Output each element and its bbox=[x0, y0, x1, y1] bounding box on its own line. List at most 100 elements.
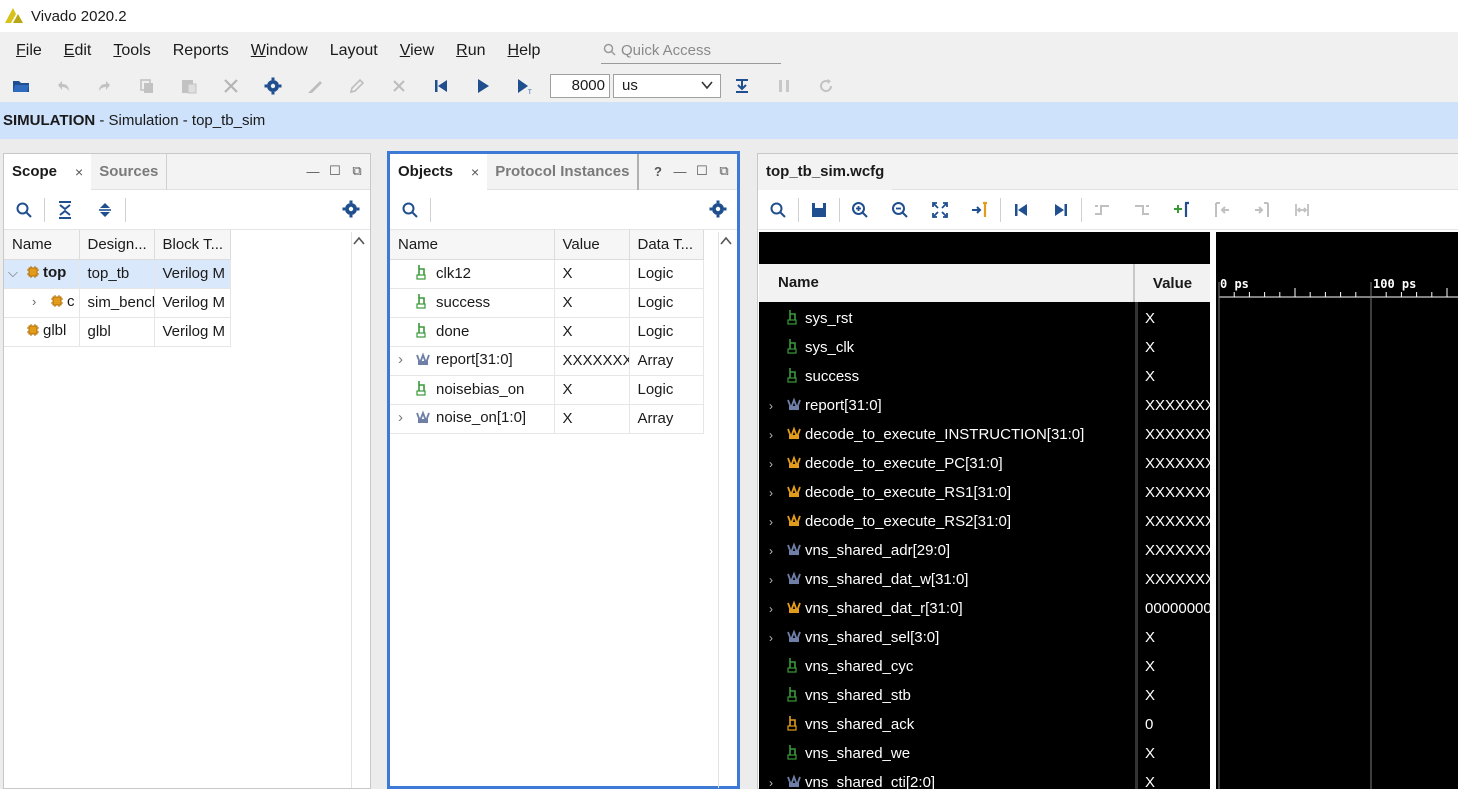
wave-row[interactable]: vns_shared_ack 0 bbox=[759, 710, 1210, 739]
run-all-button[interactable] bbox=[462, 71, 504, 101]
float-icon[interactable]: ⧉ bbox=[717, 163, 731, 178]
paste-button[interactable] bbox=[168, 71, 210, 101]
run-time-unit-select[interactable]: us bbox=[613, 74, 721, 98]
object-row[interactable]: › report[31:0] XXXXXXXXArray bbox=[390, 346, 704, 376]
wave-row[interactable]: › vns_shared_dat_r[31:0] 00000000 bbox=[759, 594, 1210, 623]
column-header-name[interactable]: Name bbox=[390, 230, 555, 260]
column-header-value[interactable]: Value bbox=[554, 230, 630, 260]
zoom-fit-button[interactable] bbox=[920, 190, 960, 230]
go-to-cursor-button[interactable] bbox=[960, 190, 1000, 230]
tab-protocol-instances[interactable]: Protocol Instances bbox=[487, 153, 640, 190]
minimize-icon[interactable]: — bbox=[306, 164, 320, 179]
wave-row[interactable]: vns_shared_we X bbox=[759, 739, 1210, 768]
tab-wave-config[interactable]: top_tb_sim.wcfg bbox=[758, 153, 893, 190]
expand-toggle-icon[interactable]: › bbox=[769, 457, 785, 471]
scope-scrollbar[interactable] bbox=[351, 232, 352, 788]
expand-toggle-icon[interactable]: › bbox=[769, 631, 785, 645]
expand-toggle-icon[interactable]: › bbox=[769, 486, 785, 500]
wave-row[interactable]: › vns_shared_adr[29:0] XXXXXXXX bbox=[759, 536, 1210, 565]
scope-row[interactable]: › c sim_bench Verilog M bbox=[4, 288, 231, 318]
undo-button[interactable] bbox=[42, 71, 84, 101]
expand-toggle-icon[interactable]: › bbox=[398, 409, 416, 426]
add-marker-button[interactable] bbox=[1162, 190, 1202, 230]
object-row[interactable]: noisebias_on X Logic bbox=[390, 375, 704, 405]
menu-edit[interactable]: Edit bbox=[48, 42, 92, 60]
column-header-design[interactable]: Design... bbox=[79, 230, 155, 260]
edit-button[interactable] bbox=[336, 71, 378, 101]
wave-column-name[interactable]: Name bbox=[759, 264, 1135, 302]
menu-window[interactable]: Window bbox=[235, 42, 308, 60]
redo-button[interactable] bbox=[84, 71, 126, 101]
expand-toggle-icon[interactable]: ⌵ bbox=[8, 265, 22, 281]
expand-toggle-icon[interactable]: › bbox=[769, 776, 785, 789]
menu-help[interactable]: Help bbox=[492, 42, 541, 60]
wave-row[interactable]: › decode_to_execute_RS2[31:0] XXXXXXXX bbox=[759, 507, 1210, 536]
object-row[interactable]: done X Logic bbox=[390, 317, 704, 347]
maximize-icon[interactable]: ☐ bbox=[328, 163, 342, 178]
run-for-button[interactable]: T bbox=[504, 71, 546, 101]
wave-row[interactable]: success X bbox=[759, 362, 1210, 391]
expand-toggle-icon[interactable]: › bbox=[398, 351, 416, 368]
previous-transition-button[interactable] bbox=[1082, 190, 1122, 230]
settings-button[interactable] bbox=[252, 71, 294, 101]
menu-file[interactable]: File bbox=[0, 42, 42, 60]
search-button[interactable] bbox=[758, 190, 798, 230]
wave-row[interactable]: › vns_shared_cti[2:0] X bbox=[759, 768, 1210, 789]
wave-row[interactable]: › decode_to_execute_RS1[31:0] XXXXXXXX bbox=[759, 478, 1210, 507]
object-row[interactable]: clk12 X Logic bbox=[390, 259, 704, 289]
minimize-icon[interactable]: — bbox=[673, 164, 687, 179]
scope-row[interactable]: ⌵ top top_tb Verilog M bbox=[4, 259, 231, 289]
help-icon[interactable]: ? bbox=[651, 164, 665, 179]
copy-button[interactable] bbox=[126, 71, 168, 101]
swap-cursors-button[interactable] bbox=[1282, 190, 1322, 230]
next-marker-button[interactable] bbox=[1242, 190, 1282, 230]
zoom-out-button[interactable] bbox=[880, 190, 920, 230]
previous-marker-button[interactable] bbox=[1202, 190, 1242, 230]
expand-toggle-icon[interactable]: › bbox=[769, 602, 785, 616]
wave-row[interactable]: › vns_shared_sel[3:0] X bbox=[759, 623, 1210, 652]
menu-layout[interactable]: Layout bbox=[314, 42, 378, 60]
open-project-button[interactable] bbox=[0, 71, 42, 101]
relaunch-button[interactable] bbox=[805, 71, 847, 101]
probe-button[interactable] bbox=[294, 71, 336, 101]
tab-sources[interactable]: Sources bbox=[91, 153, 168, 190]
cut-button[interactable] bbox=[378, 71, 420, 101]
float-icon[interactable]: ⧉ bbox=[350, 163, 364, 178]
close-icon[interactable]: × bbox=[75, 164, 83, 180]
step-button[interactable] bbox=[721, 71, 763, 101]
next-transition-button[interactable] bbox=[1122, 190, 1162, 230]
scope-settings-button[interactable] bbox=[342, 200, 360, 222]
wave-row[interactable]: sys_rst X bbox=[759, 304, 1210, 333]
search-button[interactable] bbox=[4, 190, 44, 230]
scope-row[interactable]: glbl glbl Verilog M bbox=[4, 317, 231, 347]
collapse-all-button[interactable] bbox=[45, 190, 85, 230]
restart-button[interactable] bbox=[420, 71, 462, 101]
wave-row[interactable]: › vns_shared_dat_w[31:0] XXXXXXXX bbox=[759, 565, 1210, 594]
wave-column-value[interactable]: Value bbox=[1135, 275, 1210, 292]
go-to-last-time-button[interactable] bbox=[1041, 190, 1081, 230]
wave-row[interactable]: vns_shared_cyc X bbox=[759, 652, 1210, 681]
menu-view[interactable]: View bbox=[384, 42, 434, 60]
column-header-block-type[interactable]: Block T... bbox=[154, 230, 231, 260]
objects-scrollbar[interactable] bbox=[718, 232, 719, 788]
close-icon[interactable]: × bbox=[471, 164, 479, 180]
wave-row[interactable]: vns_shared_stb X bbox=[759, 681, 1210, 710]
tab-scope[interactable]: Scope × bbox=[4, 153, 92, 190]
break-button[interactable] bbox=[763, 71, 805, 101]
menu-run[interactable]: Run bbox=[440, 42, 485, 60]
zoom-in-button[interactable] bbox=[840, 190, 880, 230]
column-header-name[interactable]: Name bbox=[4, 230, 80, 260]
expand-toggle-icon[interactable]: › bbox=[769, 515, 785, 529]
wave-row[interactable]: › decode_to_execute_INSTRUCTION[31:0] XXXX… bbox=[759, 420, 1210, 449]
wave-row[interactable]: › decode_to_execute_PC[31:0] XXXXXXXX bbox=[759, 449, 1210, 478]
expand-toggle-icon[interactable]: › bbox=[769, 544, 785, 558]
expand-all-button[interactable] bbox=[85, 190, 125, 230]
menu-reports[interactable]: Reports bbox=[157, 42, 229, 60]
run-time-input[interactable]: 8000 bbox=[550, 74, 610, 98]
search-button[interactable] bbox=[390, 190, 430, 230]
menu-tools[interactable]: Tools bbox=[97, 42, 150, 60]
save-wave-button[interactable] bbox=[799, 190, 839, 230]
column-header-data-type[interactable]: Data T... bbox=[629, 230, 704, 260]
quick-access-input[interactable]: Quick Access bbox=[601, 37, 781, 64]
scroll-up-icon[interactable] bbox=[353, 236, 365, 246]
